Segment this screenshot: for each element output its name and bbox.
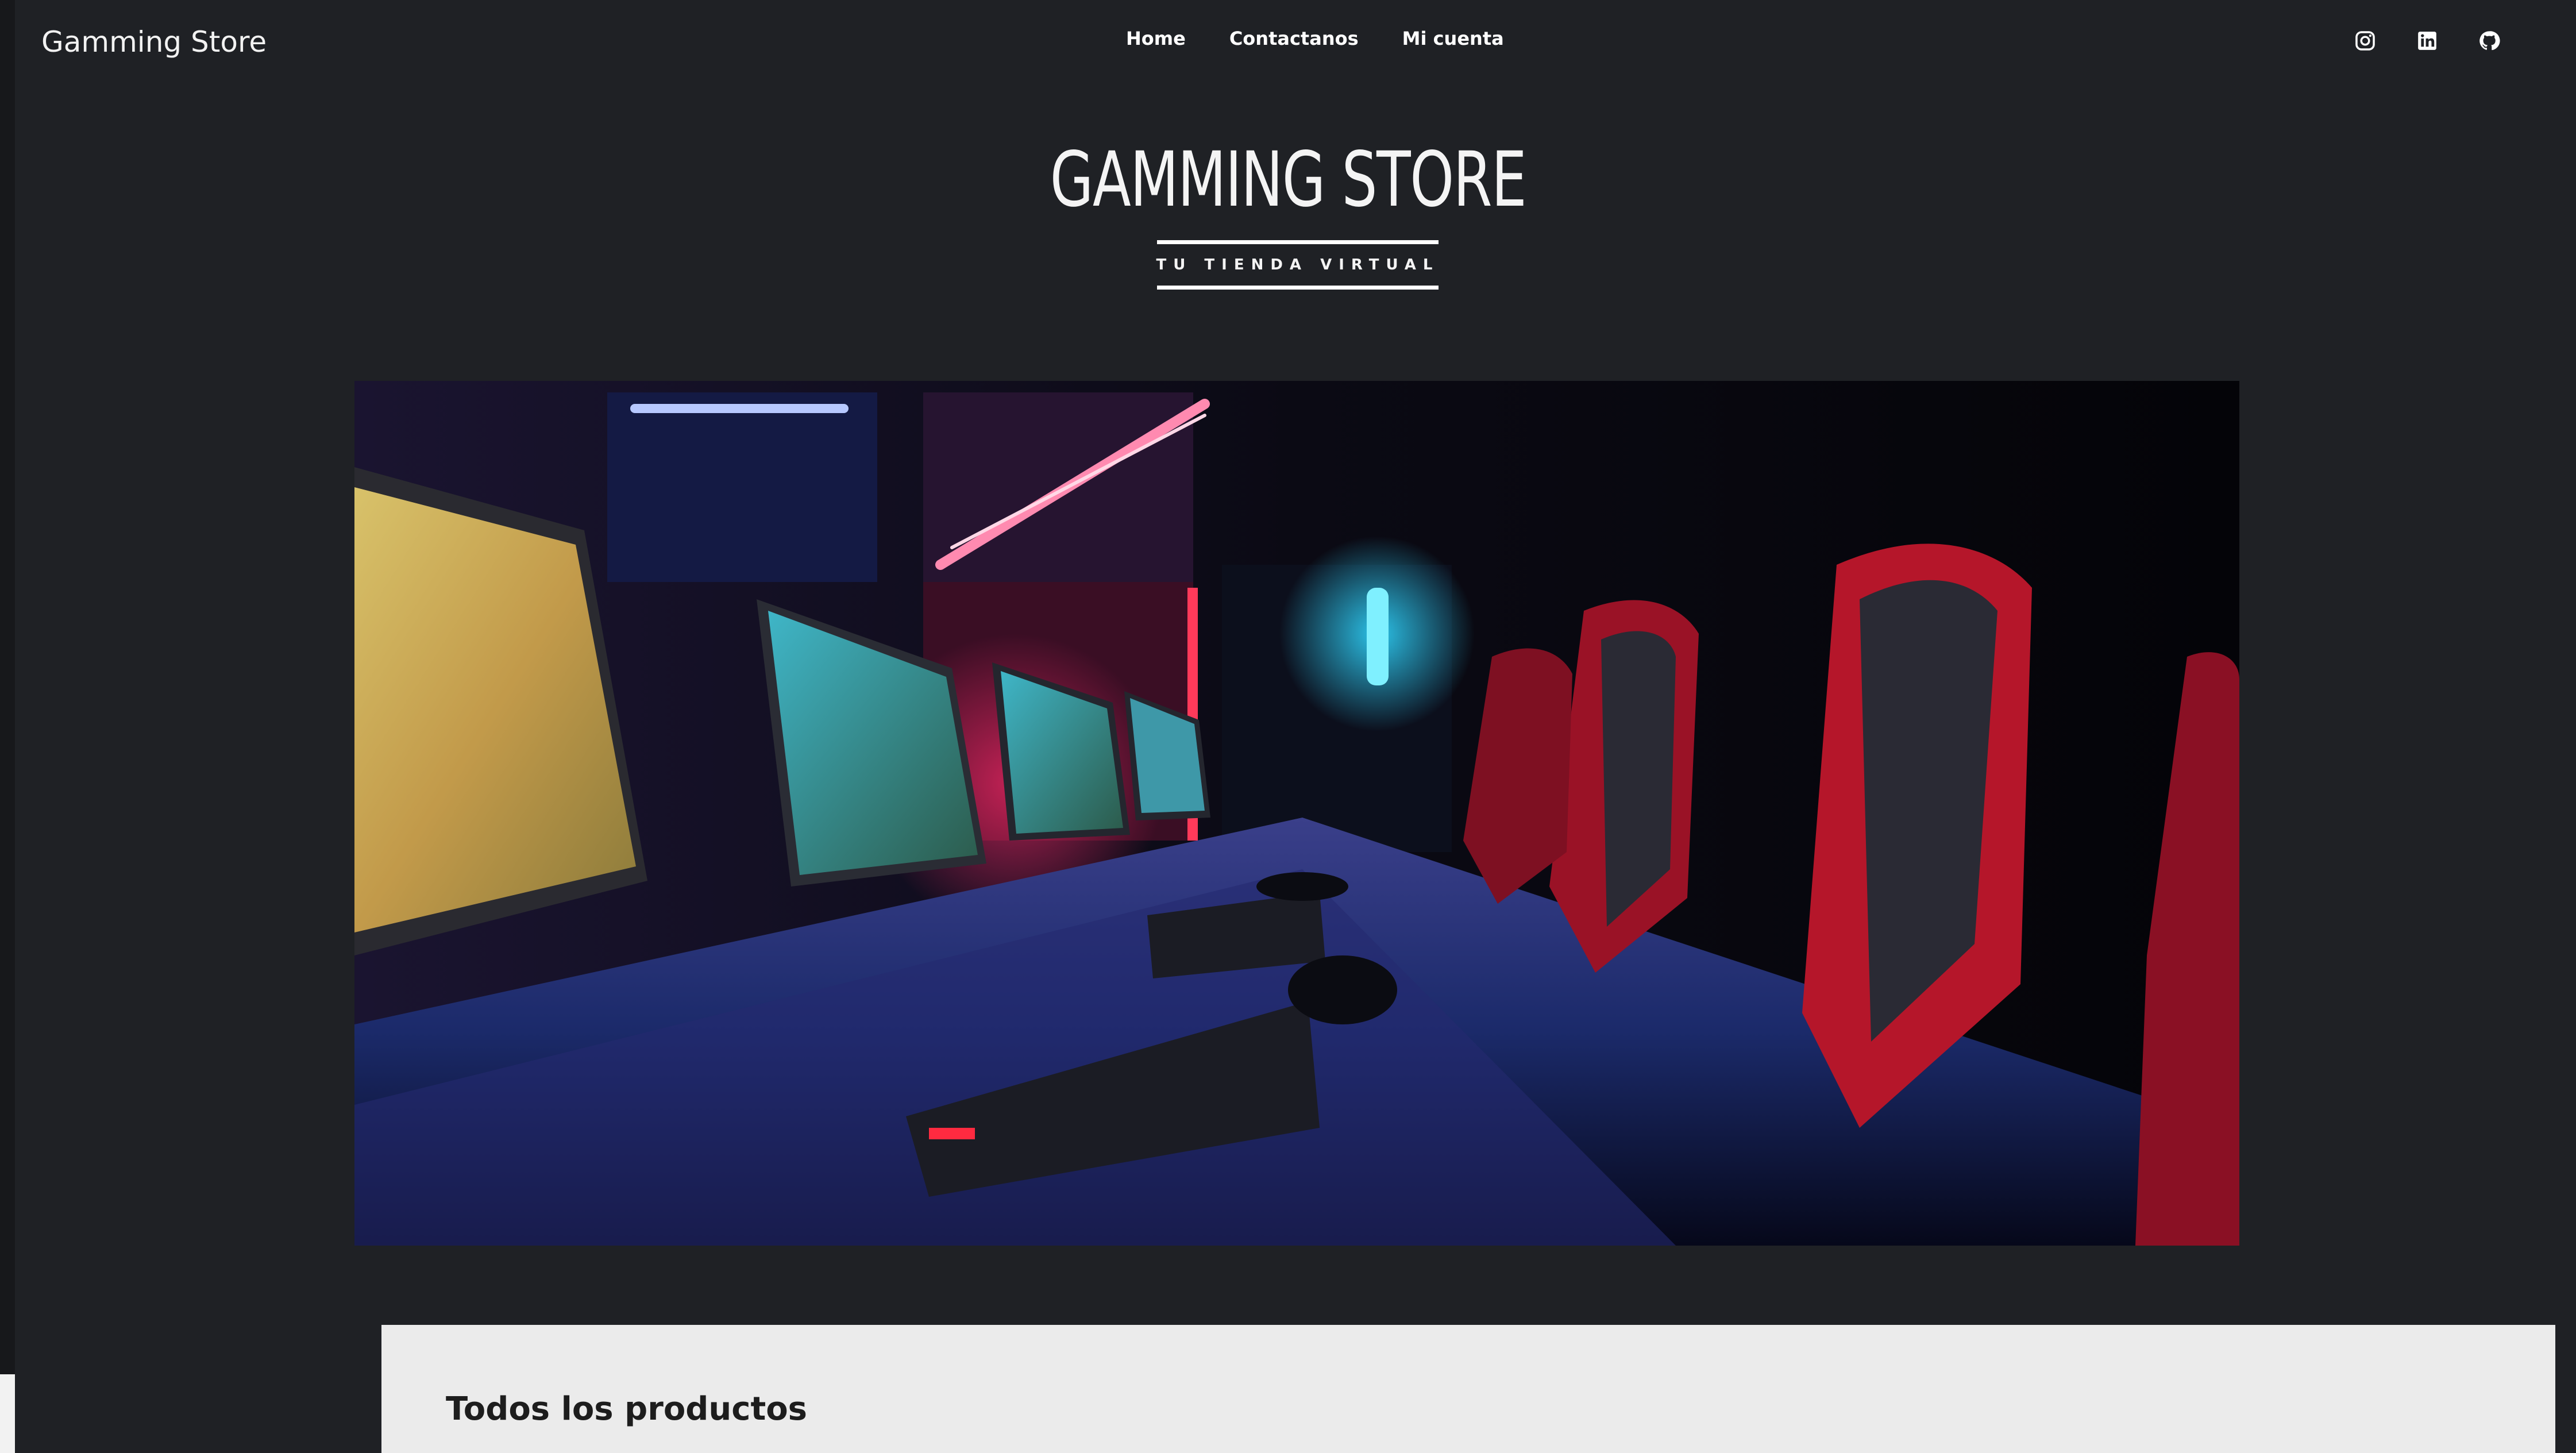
left-edge-highlight [0,1374,15,1453]
gaming-room-photo [354,381,2239,1246]
hero-subtitle-box: TU TIENDA VIRTUAL [1156,240,1440,290]
nav-mi-cuenta[interactable]: Mi cuenta [1402,28,1504,49]
nav-contactanos[interactable]: Contactanos [1229,28,1359,49]
github-icon[interactable] [2478,30,2500,52]
products-heading: Todos los productos [446,1390,808,1428]
hero-subtitle: TU TIENDA VIRTUAL [1156,256,1440,273]
instagram-icon[interactable] [2354,30,2376,52]
products-section: Todos los productos [381,1325,2555,1453]
brand-link[interactable]: Gamming Store [41,25,267,59]
main-nav: Home Contactanos Mi cuenta [1126,28,1504,49]
social-links [2354,30,2500,52]
nav-home[interactable]: Home [1126,28,1186,49]
hero-title: GAMMING STORE [1050,136,1527,224]
page: Gamming Store Home Contactanos Mi cuenta [0,0,2576,1453]
linkedin-icon[interactable] [2416,30,2438,52]
hero-banner-image [354,381,2239,1246]
left-edge-strip [0,0,15,1453]
